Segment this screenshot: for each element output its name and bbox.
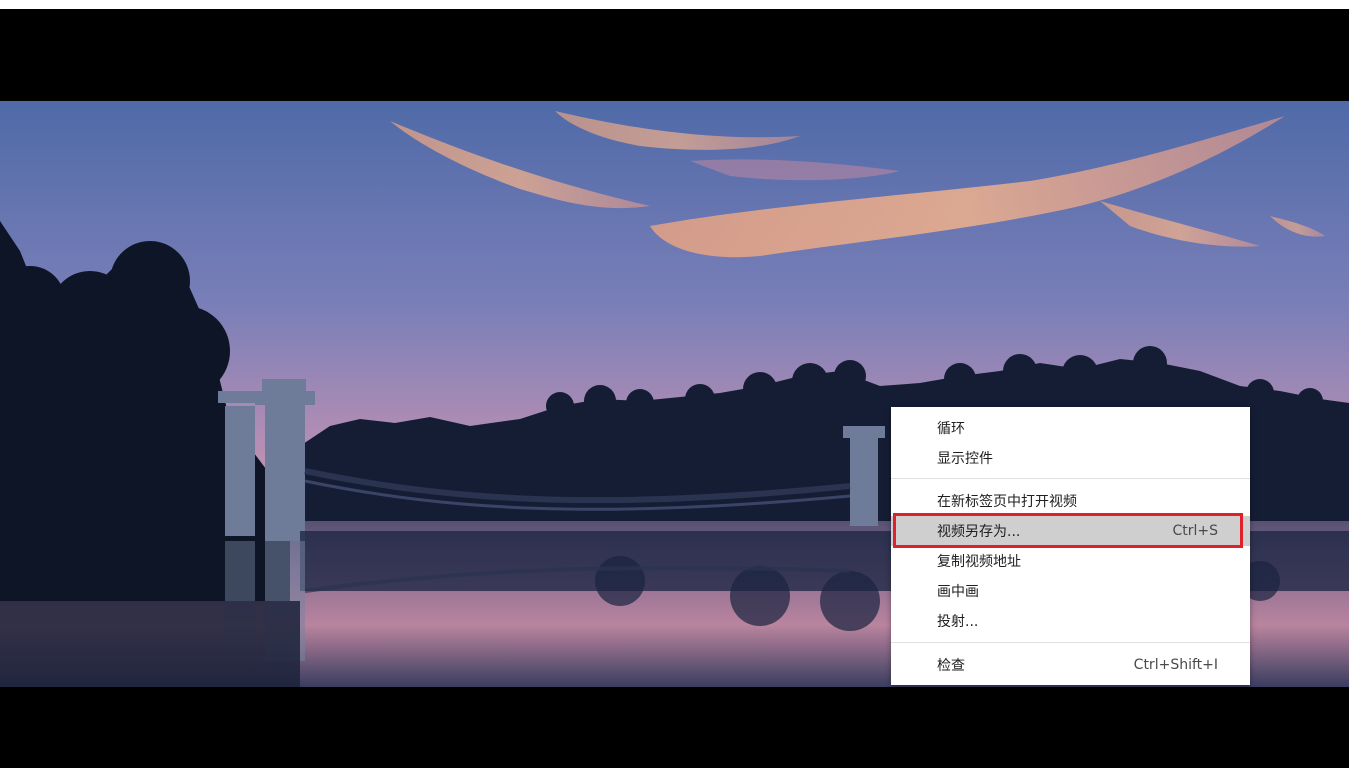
menu-item-label: 视频另存为... — [937, 524, 1021, 540]
menu-item-cast[interactable]: 投射... — [891, 606, 1250, 636]
menu-item-label: 循环 — [937, 421, 965, 437]
menu-item-label: 投射... — [937, 614, 979, 630]
menu-item-open-video-new-tab[interactable]: 在新标签页中打开视频 — [891, 486, 1250, 516]
menu-item-show-controls[interactable]: 显示控件 — [891, 443, 1250, 473]
menu-item-copy-video-address[interactable]: 复制视频地址 — [891, 546, 1250, 576]
menu-separator — [891, 642, 1250, 643]
menu-item-label: 画中画 — [937, 584, 979, 600]
menu-separator — [891, 478, 1250, 479]
menu-item-label: 复制视频地址 — [937, 554, 1021, 570]
menu-item-picture-in-picture[interactable]: 画中画 — [891, 576, 1250, 606]
menu-item-inspect[interactable]: 检查 Ctrl+Shift+I — [891, 650, 1250, 680]
page: 循环 显示控件 在新标签页中打开视频 视频另存为... Ctrl+S 复制视频地… — [0, 0, 1349, 768]
menu-item-shortcut: Ctrl+Shift+I — [1133, 657, 1218, 673]
menu-item-shortcut: Ctrl+S — [1172, 523, 1218, 539]
menu-item-label: 检查 — [937, 658, 965, 674]
menu-item-save-video-as[interactable]: 视频另存为... Ctrl+S — [891, 516, 1250, 546]
menu-item-label: 显示控件 — [937, 451, 993, 467]
context-menu: 循环 显示控件 在新标签页中打开视频 视频另存为... Ctrl+S 复制视频地… — [891, 407, 1250, 685]
menu-item-loop[interactable]: 循环 — [891, 413, 1250, 443]
menu-item-label: 在新标签页中打开视频 — [937, 494, 1077, 510]
